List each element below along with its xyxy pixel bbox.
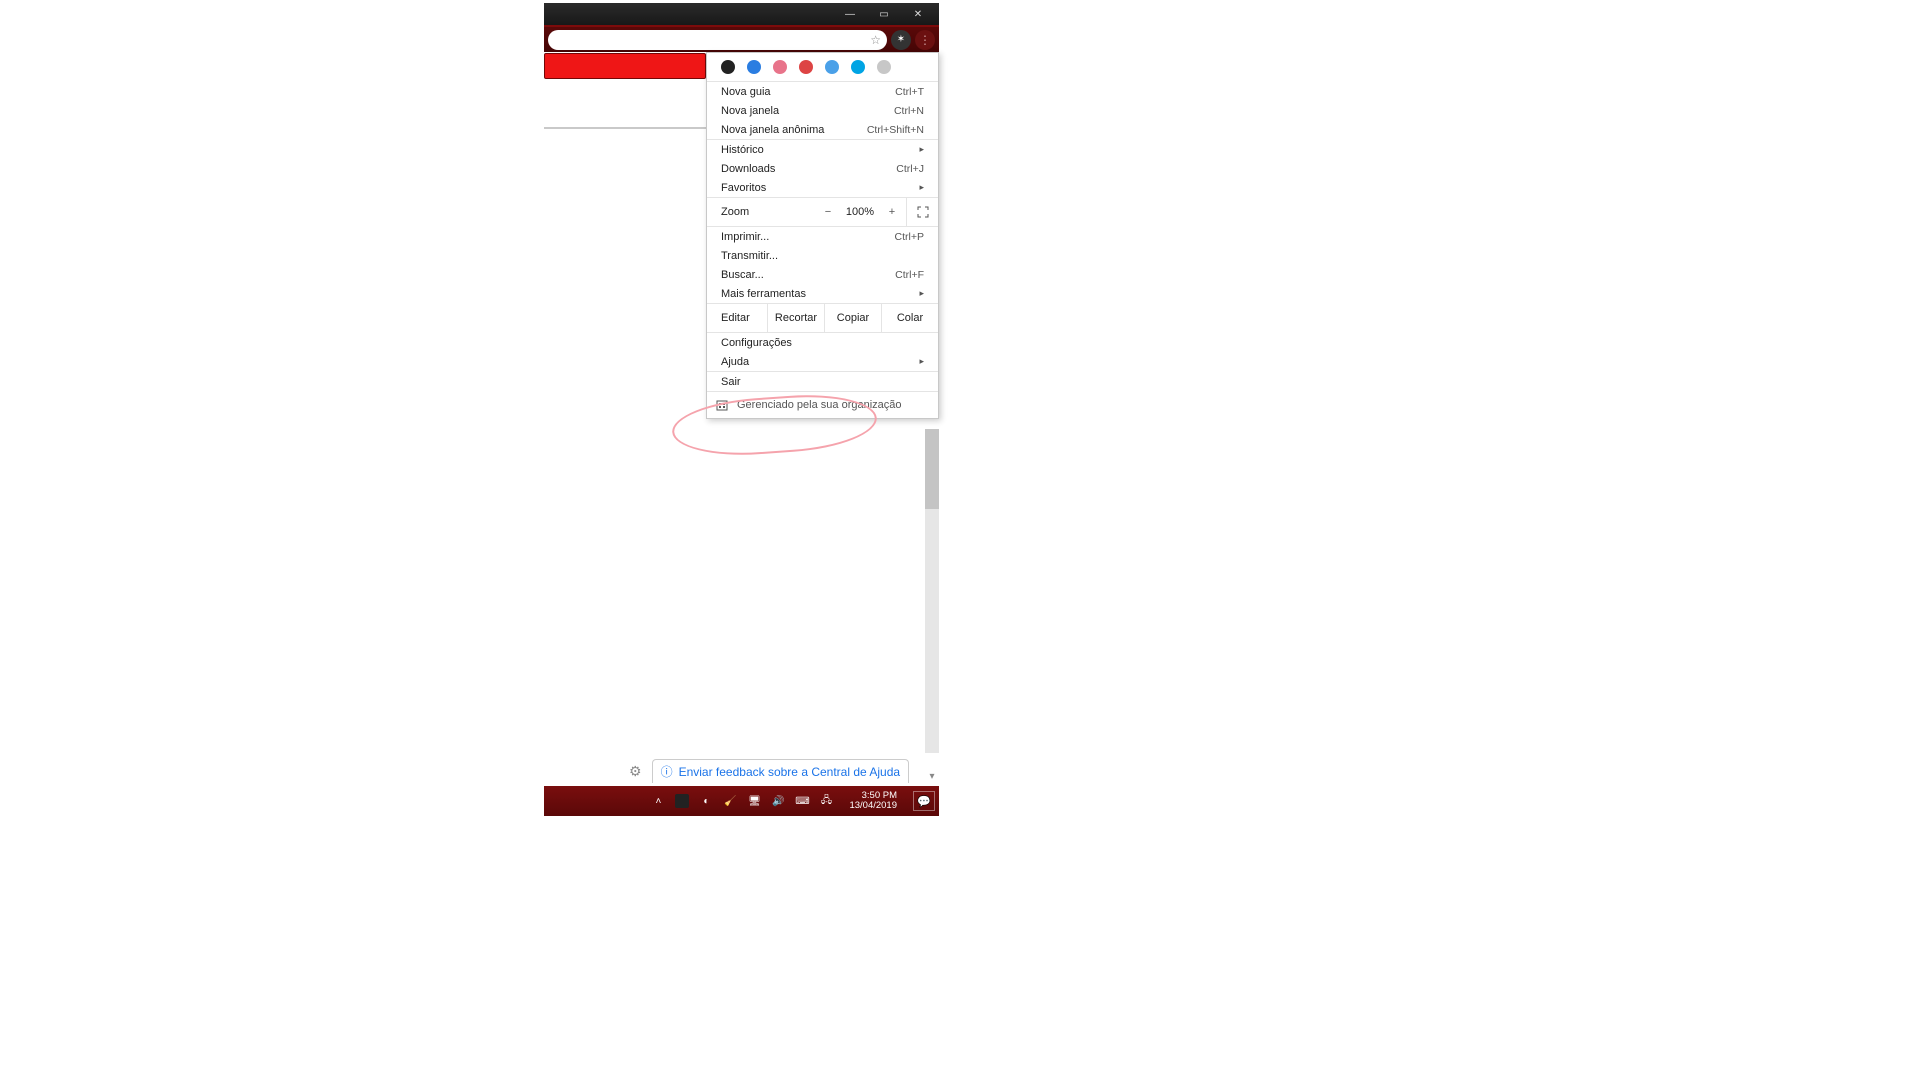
extensions-row (707, 53, 938, 81)
chrome-main-menu: Nova guia Ctrl+T Nova janela Ctrl+N Nova… (706, 52, 939, 419)
tray-steam-icon[interactable]: ◐ (699, 794, 713, 808)
menu-item-label: Imprimir... (721, 231, 769, 243)
address-bar[interactable]: ☆ (548, 30, 887, 50)
menu-item-label: Nova guia (721, 86, 771, 98)
info-icon: ⓘ (661, 763, 673, 780)
bookmark-star-icon[interactable]: ☆ (870, 33, 881, 47)
menu-item-label: Ajuda (721, 356, 749, 368)
managed-label: Gerenciado pela sua organização (737, 399, 902, 411)
divider-line (544, 127, 706, 129)
menu-item-label: Configurações (721, 337, 792, 349)
zoom-label: Zoom (707, 206, 814, 218)
tray-volume-icon[interactable]: 🔊 (771, 794, 785, 808)
menu-zoom-row: Zoom − 100% + (707, 198, 938, 226)
tray-app-icon[interactable]: 🧹 (723, 794, 737, 808)
menu-item-shortcut: Ctrl+J (896, 163, 924, 175)
system-tray: ˄ ◐ 🧹 🖥 🔊 ⌨ 🖧 3:50 PM 13/04/2019 💬 (651, 791, 939, 812)
action-center-button[interactable]: 💬 (913, 791, 935, 811)
cut-button[interactable]: Recortar (767, 304, 824, 332)
chevron-right-icon: ▸ (919, 356, 924, 367)
menu-edit-row: Editar Recortar Copiar Colar (707, 304, 938, 332)
menu-item-shortcut: Ctrl+F (895, 269, 924, 281)
taskbar-clock[interactable]: 3:50 PM 13/04/2019 (843, 791, 903, 812)
feedback-link[interactable]: ⓘ Enviar feedback sobre a Central de Aju… (652, 759, 910, 783)
copy-button[interactable]: Copiar (824, 304, 881, 332)
clock-date: 13/04/2019 (849, 801, 897, 811)
zoom-value: 100% (842, 206, 878, 218)
redacted-banner (544, 53, 706, 79)
menu-new-tab[interactable]: Nova guia Ctrl+T (707, 82, 938, 101)
menu-item-label: Transmitir... (721, 250, 778, 262)
chevron-right-icon: ▸ (919, 288, 924, 299)
chevron-right-icon: ▸ (919, 182, 924, 193)
gear-icon[interactable]: ⚙ (629, 763, 642, 780)
window-minimize-button[interactable]: — (833, 4, 867, 24)
menu-exit[interactable]: Sair (707, 372, 938, 391)
building-icon (715, 398, 729, 412)
browser-window: — ▭ ✕ ☆ ✶ ⋮ Nova guia Ctrl+T Nova janela (544, 3, 939, 816)
menu-bookmarks[interactable]: Favoritos ▸ (707, 178, 938, 197)
menu-item-label: Nova janela (721, 105, 779, 117)
menu-help[interactable]: Ajuda ▸ (707, 352, 938, 371)
profile-avatar-icon[interactable]: ✶ (891, 30, 911, 50)
tray-display-icon[interactable]: 🖥 (747, 794, 761, 808)
paste-button[interactable]: Colar (881, 304, 938, 332)
menu-more-tools[interactable]: Mais ferramentas ▸ (707, 284, 938, 303)
extension-icon[interactable] (799, 60, 813, 74)
menu-incognito[interactable]: Nova janela anônima Ctrl+Shift+N (707, 120, 938, 139)
feedback-bar: ⚙ ⓘ Enviar feedback sobre a Central de A… (629, 759, 909, 783)
zoom-out-button[interactable]: − (814, 206, 842, 218)
menu-history[interactable]: Histórico ▸ (707, 140, 938, 159)
menu-find[interactable]: Buscar... Ctrl+F (707, 265, 938, 284)
menu-settings[interactable]: Configurações (707, 333, 938, 352)
edit-label: Editar (707, 304, 767, 332)
menu-cast[interactable]: Transmitir... (707, 246, 938, 265)
page-scrollbar[interactable]: ▾ (925, 429, 939, 753)
extension-icon[interactable] (773, 60, 787, 74)
fullscreen-icon (917, 206, 929, 218)
menu-item-label: Downloads (721, 163, 775, 175)
window-titlebar: — ▭ ✕ (544, 3, 939, 27)
extension-icon[interactable] (721, 60, 735, 74)
menu-print[interactable]: Imprimir... Ctrl+P (707, 227, 938, 246)
extension-icon[interactable] (747, 60, 761, 74)
zoom-in-button[interactable]: + (878, 206, 906, 218)
extension-icon[interactable] (825, 60, 839, 74)
menu-item-label: Mais ferramentas (721, 288, 806, 300)
menu-item-label: Buscar... (721, 269, 764, 281)
tray-chevron-up-icon[interactable]: ˄ (651, 794, 665, 808)
tray-network-icon[interactable]: 🖧 (819, 794, 833, 808)
menu-item-label: Sair (721, 376, 741, 388)
tray-app-icon[interactable] (675, 794, 689, 808)
window-maximize-button[interactable]: ▭ (867, 4, 901, 24)
scrollbar-thumb[interactable] (925, 429, 939, 509)
menu-item-label: Histórico (721, 144, 764, 156)
menu-item-shortcut: Ctrl+T (895, 86, 924, 98)
browser-toolbar: ☆ ✶ ⋮ (544, 27, 939, 52)
menu-managed-by-org[interactable]: Gerenciado pela sua organização (707, 392, 938, 418)
feedback-label: Enviar feedback sobre a Central de Ajuda (679, 765, 900, 779)
chrome-menu-button[interactable]: ⋮ (915, 30, 935, 50)
scroll-down-button[interactable]: ▾ (925, 769, 939, 783)
fullscreen-button[interactable] (906, 198, 938, 226)
window-close-button[interactable]: ✕ (901, 4, 935, 24)
tray-keyboard-icon[interactable]: ⌨ (795, 794, 809, 808)
chevron-right-icon: ▸ (919, 144, 924, 155)
windows-taskbar: ˄ ◐ 🧹 🖥 🔊 ⌨ 🖧 3:50 PM 13/04/2019 💬 (544, 786, 939, 816)
menu-new-window[interactable]: Nova janela Ctrl+N (707, 101, 938, 120)
menu-item-shortcut: Ctrl+P (895, 231, 924, 243)
menu-downloads[interactable]: Downloads Ctrl+J (707, 159, 938, 178)
menu-item-shortcut: Ctrl+Shift+N (867, 124, 924, 136)
extension-icon[interactable] (877, 60, 891, 74)
menu-item-label: Favoritos (721, 182, 766, 194)
menu-item-shortcut: Ctrl+N (894, 105, 924, 117)
extension-icon[interactable] (851, 60, 865, 74)
menu-item-label: Nova janela anônima (721, 124, 824, 136)
